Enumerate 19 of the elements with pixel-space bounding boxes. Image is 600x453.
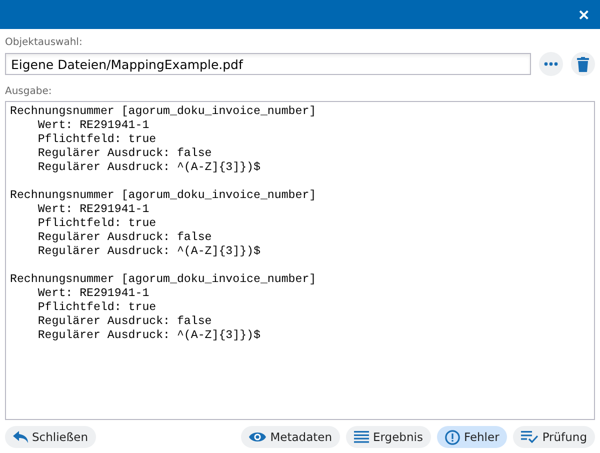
view-button[interactable]: Ergebnis <box>346 426 431 448</box>
field-label: Objektauswahl: <box>5 37 82 48</box>
list-icon <box>354 431 369 443</box>
more-icon <box>544 62 558 66</box>
more-button[interactable] <box>539 52 563 76</box>
object-field[interactable]: Eigene Dateien/MappingExample.pdf <box>5 53 531 75</box>
view-button[interactable]: Prüfung <box>513 426 595 448</box>
checklist-icon <box>521 431 538 443</box>
view-button[interactable]: Metadaten <box>241 426 340 448</box>
reply-arrow-icon <box>13 431 28 443</box>
eye-icon <box>249 431 266 443</box>
exclamation-icon <box>444 430 460 444</box>
output-field[interactable]: Rechnungsnummer [agorum_doku_invoice_number] Wert: RE291941-1 Pflichtfeld: true Regulärer Ausdruck: false Regulärer Ausdruck: ^(A-Z]{3]})$ Rechnungsnummer [agorum_doku_invoice_number] Wert: RE291941-1 Pflichtfeld: true Regulärer Ausdruck: false Regulärer Ausdruck: ^(A-Z]{3]})$ Rechnungsnummer [agorum_doku_invoice_number] Wert: RE291941-1 Pflichtfeld: true Regulärer Ausdruck: false Regulärer Ausdruck: ^(A-Z]{3]})$ <box>5 101 595 420</box>
field-label: Ausgabe: <box>5 86 52 97</box>
close-button[interactable]: ✕ <box>576 6 592 22</box>
trash-icon <box>577 56 589 72</box>
close-dialog-button[interactable]: Schließen <box>5 426 96 448</box>
view-button[interactable]: Fehler <box>436 426 508 448</box>
delete-button[interactable] <box>571 52 595 76</box>
